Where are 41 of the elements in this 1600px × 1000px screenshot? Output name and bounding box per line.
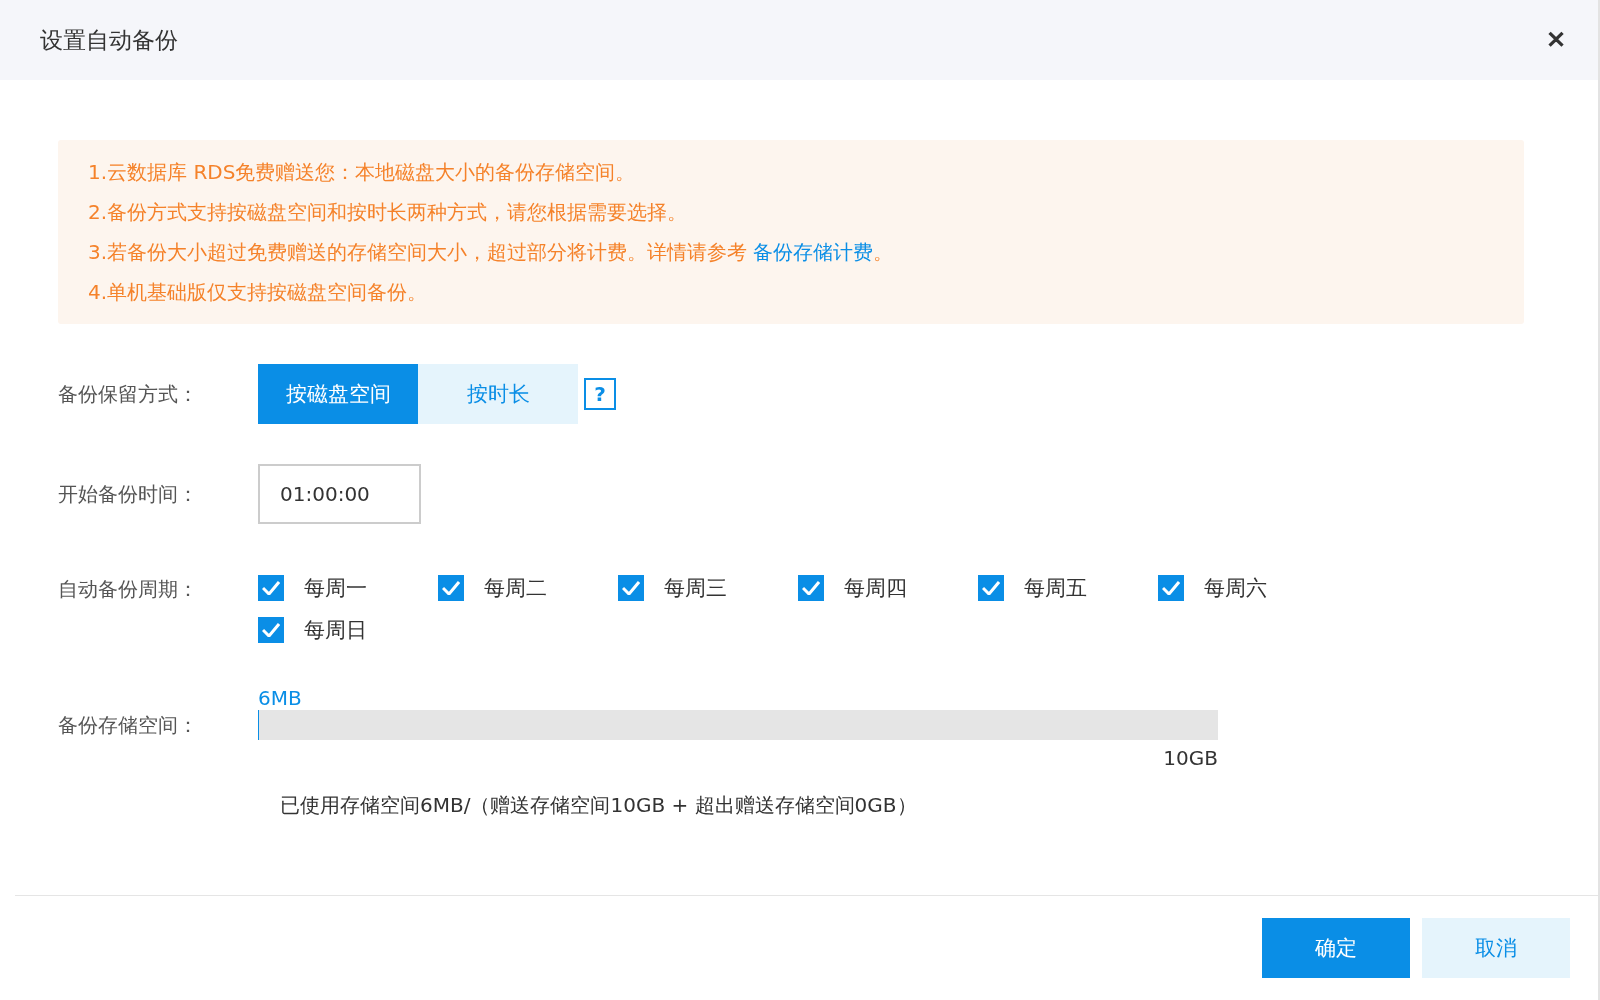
day-label: 每周四	[844, 575, 907, 602]
close-button[interactable]: ✕	[1538, 22, 1574, 58]
retention-option[interactable]: 按时长	[418, 364, 578, 424]
cancel-button[interactable]: 取消	[1422, 918, 1570, 978]
field-label: 开始备份时间：	[58, 480, 199, 508]
checkbox[interactable]	[978, 575, 1004, 601]
used-amount: 6MB	[258, 686, 303, 710]
storage-summary: 已使用存储空间6MB/（赠送存储空间10GB + 超出赠送存储空间0GB）	[280, 792, 918, 819]
day-label: 每周二	[484, 575, 547, 602]
check-icon	[262, 623, 280, 637]
confirm-button[interactable]: 确定	[1262, 918, 1410, 978]
notice-text: 2.备份方式支持按磁盘空间和按时长两种方式，请您根据需要选择。	[88, 199, 689, 226]
field-label: 备份存储空间：	[58, 712, 199, 739]
dialog-title: 设置自动备份	[40, 25, 178, 55]
day-label: 每周三	[664, 575, 727, 602]
checkbox[interactable]	[618, 575, 644, 601]
day-label: 每周五	[1024, 575, 1087, 602]
check-icon	[262, 581, 280, 595]
day-label: 每周六	[1204, 575, 1267, 602]
check-icon	[442, 581, 460, 595]
field-label: 自动备份周期：	[58, 576, 199, 603]
notice-text: 3.若备份大小超过免费赠送的存储空间大小，超过部分将计费。详情请参考 备份存储计费。	[88, 239, 895, 266]
checkbox[interactable]	[258, 575, 284, 601]
checkbox[interactable]	[258, 617, 284, 643]
check-icon	[622, 581, 640, 595]
help-button[interactable]: ?	[584, 378, 616, 410]
checkbox[interactable]	[438, 575, 464, 601]
billing-link[interactable]: 备份存储计费	[753, 240, 874, 264]
notice-text: 1.云数据库 RDS免费赠送您：本地磁盘大小的备份存储空间。	[88, 159, 637, 186]
day-label: 每周一	[304, 575, 367, 602]
day-label: 每周日	[304, 617, 367, 644]
check-icon	[802, 581, 820, 595]
notice-text: 4.单机基础版仅支持按磁盘空间备份。	[88, 279, 429, 306]
check-icon	[1162, 581, 1180, 595]
check-icon	[982, 581, 1000, 595]
field-label: 备份保留方式：	[58, 380, 199, 408]
checkbox[interactable]	[798, 575, 824, 601]
retention-option[interactable]: 按磁盘空间	[258, 364, 418, 424]
checkbox[interactable]	[1158, 575, 1184, 601]
time-input[interactable]: 01:00:00	[258, 464, 421, 524]
max-amount: 10GB	[1163, 746, 1218, 770]
